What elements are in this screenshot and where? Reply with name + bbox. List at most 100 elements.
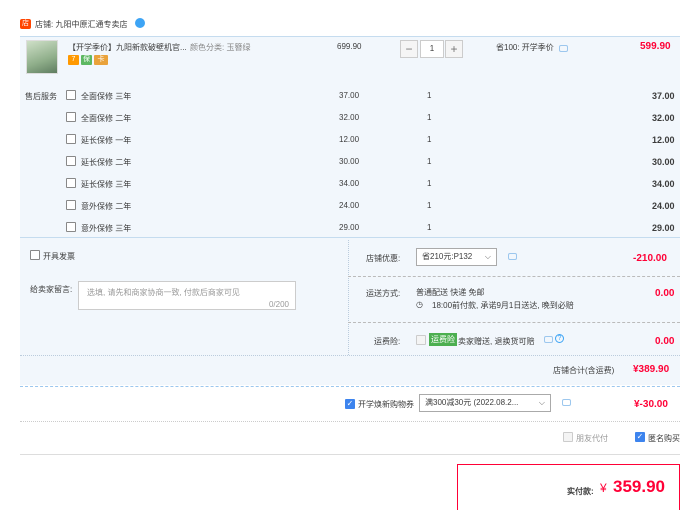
service-total: 37.00	[652, 91, 675, 101]
platform-coupon-amount: ¥-30.00	[634, 399, 668, 410]
pay-amount: 359.90	[613, 477, 665, 496]
divider	[20, 386, 680, 387]
divider	[20, 454, 680, 455]
service-checkbox[interactable]	[66, 112, 76, 122]
service-name: 全面保修 三年	[81, 92, 132, 101]
service-price: 29.00	[339, 223, 360, 232]
divider	[348, 276, 680, 277]
service-price: 34.00	[339, 179, 360, 188]
service-name: 意外保修 二年	[81, 202, 132, 211]
service-total: 30.00	[652, 157, 675, 167]
service-qty: 1	[427, 135, 432, 144]
service-checkbox[interactable]	[66, 90, 76, 100]
product-sku: 颜色分类: 玉簪绿	[190, 43, 251, 52]
wangwang-chat-icon[interactable]	[135, 18, 145, 28]
message-counter: 0/200	[268, 300, 289, 309]
payment-summary: 实付款: ¥ 359.90	[457, 464, 680, 510]
insurance-chat-icon[interactable]	[544, 336, 553, 343]
invoice-checkbox[interactable]	[30, 250, 40, 260]
platform-coupon-value: 满300减30元 (2022.08.2...	[425, 398, 519, 407]
service-name: 延长保修 三年	[81, 180, 132, 189]
promo-info-icon[interactable]	[559, 45, 568, 52]
friend-pay-label: 朋友代付	[576, 434, 608, 443]
service-checkbox[interactable]	[66, 178, 76, 188]
product-title[interactable]: 【开学季价】九阳新款破壁机官...	[68, 42, 187, 53]
product-thumbnail[interactable]	[26, 40, 58, 74]
divider	[20, 421, 680, 422]
service-price: 30.00	[339, 157, 360, 166]
anonymous-label: 匿名购买	[648, 434, 680, 443]
increase-quantity-button[interactable]: +	[445, 40, 463, 58]
invoice-label: 开具发票	[43, 252, 75, 261]
anonymous-checkbox[interactable]: ✓	[635, 432, 645, 442]
seller-message-input[interactable]: 选填, 请先和商家协商一致, 付款后商家可见 0/200	[78, 281, 296, 310]
service-qty: 1	[427, 91, 432, 100]
shop-icon: 店	[20, 19, 31, 29]
message-placeholder: 选填, 请先和商家协商一致, 付款后商家可见	[87, 288, 240, 297]
insurance-checkbox	[416, 335, 426, 345]
shop-total-amount: ¥389.90	[633, 364, 670, 375]
unit-price: 699.90	[337, 42, 362, 51]
shipping-note: 18:00前付款, 承诺9月1日送达, 晚到必赔	[432, 301, 574, 310]
shop-coupon-amount: -210.00	[633, 253, 667, 264]
card-icon: 卡	[94, 55, 108, 65]
service-name: 延长保修 二年	[81, 158, 132, 167]
friend-pay-checkbox	[563, 432, 573, 442]
divider	[348, 240, 349, 355]
divider	[348, 322, 680, 323]
clock-icon: ◷	[416, 300, 423, 309]
service-qty: 1	[427, 223, 432, 232]
service-checkbox[interactable]	[66, 156, 76, 166]
service-price: 37.00	[339, 91, 360, 100]
pay-label: 实付款:	[567, 487, 594, 496]
service-price: 12.00	[339, 135, 360, 144]
decrease-quantity-button[interactable]: −	[400, 40, 418, 58]
service-price: 24.00	[339, 201, 360, 210]
service-qty: 1	[427, 179, 432, 188]
insurance-label: 运费险:	[374, 337, 401, 346]
item-total: 599.90	[640, 41, 671, 52]
shop-total-label: 店铺合计(含运费)	[553, 366, 615, 375]
guarantee-icon: 保	[81, 55, 92, 65]
shipping-label: 运送方式:	[366, 289, 401, 298]
service-checkbox[interactable]	[66, 222, 76, 232]
service-label: 售后服务	[25, 92, 57, 101]
service-total: 34.00	[652, 179, 675, 189]
order-options-panel	[20, 237, 680, 385]
platform-coupon-checkbox[interactable]: ✓	[345, 399, 355, 409]
shop-name[interactable]: 店铺: 九阳中原汇通专卖店	[35, 19, 127, 30]
service-total: 24.00	[652, 201, 675, 211]
service-qty: 1	[427, 201, 432, 210]
currency-symbol: ¥	[600, 481, 607, 495]
platform-coupon-label: 开学焕新购物券	[358, 400, 414, 409]
service-total: 29.00	[652, 223, 675, 233]
service-qty: 1	[427, 157, 432, 166]
seven-day-return-icon: 7	[68, 55, 79, 65]
coupon-info-icon[interactable]	[508, 253, 517, 260]
service-name: 全面保修 二年	[81, 114, 132, 123]
service-name: 意外保修 三年	[81, 224, 132, 233]
shop-coupon-value: 省210元:P132	[422, 252, 473, 261]
platform-coupon-select[interactable]: 满300减30元 (2022.08.2... ⌵	[419, 394, 551, 412]
divider	[20, 355, 680, 356]
service-total: 12.00	[652, 135, 675, 145]
shop-coupon-select[interactable]: 省210元:P132 ⌵	[416, 248, 497, 266]
service-price: 32.00	[339, 113, 360, 122]
coupon-chat-icon[interactable]	[562, 399, 571, 406]
quantity-input[interactable]: 1	[420, 40, 444, 58]
message-label: 给卖家留言:	[30, 285, 73, 294]
insurance-amount: 0.00	[655, 336, 675, 347]
help-icon[interactable]: ?	[555, 334, 564, 343]
shop-coupon-label: 店铺优惠:	[366, 254, 401, 263]
service-checkbox[interactable]	[66, 134, 76, 144]
service-name: 延长保修 一年	[81, 136, 132, 145]
chevron-down-icon: ⌵	[538, 398, 545, 407]
service-qty: 1	[427, 113, 432, 122]
service-checkbox[interactable]	[66, 200, 76, 210]
shipping-method: 普通配送 快递 免邮	[416, 288, 485, 297]
service-total: 32.00	[652, 113, 675, 123]
shipping-amount: 0.00	[655, 288, 675, 299]
insurance-tag: 运费险	[429, 333, 457, 346]
chevron-down-icon: ⌵	[484, 252, 491, 261]
promo-label: 省100: 开学季价	[496, 43, 554, 52]
